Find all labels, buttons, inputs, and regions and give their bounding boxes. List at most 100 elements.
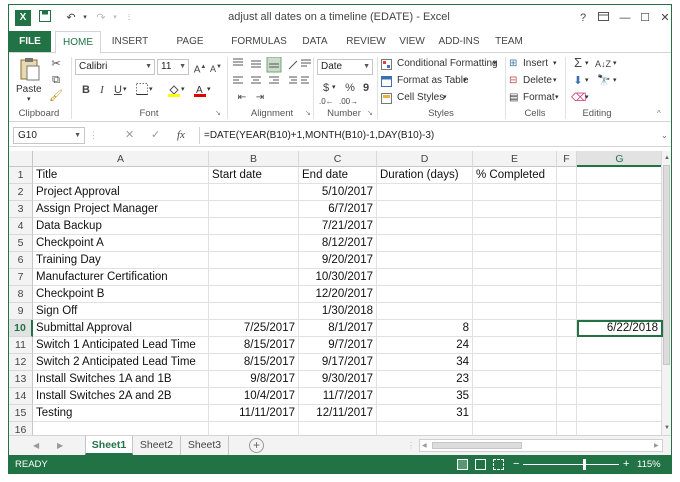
conditional-formatting-button[interactable]: Conditional Formatting ▾ bbox=[381, 57, 501, 72]
cell[interactable] bbox=[473, 337, 557, 354]
title-cell[interactable]: Testing bbox=[33, 405, 209, 422]
cell[interactable] bbox=[557, 252, 577, 269]
header-cell-end-date[interactable]: End date bbox=[299, 167, 377, 184]
ribbon-display-options-icon[interactable] bbox=[593, 9, 613, 27]
customize-qat-icon[interactable]: ⫶ bbox=[121, 10, 137, 26]
scroll-down-icon[interactable]: ▼ bbox=[662, 423, 671, 433]
duration-cell[interactable] bbox=[377, 269, 473, 286]
end-date-cell[interactable]: 12/11/2017 bbox=[299, 405, 377, 422]
duration-cell[interactable] bbox=[377, 286, 473, 303]
delete-cells-button[interactable]: ⊟ Delete ▾ bbox=[509, 74, 561, 89]
header-cell-duration[interactable]: Duration (days) bbox=[377, 167, 473, 184]
fill-dropdown-icon[interactable]: ▾ bbox=[585, 74, 589, 88]
row-header-5[interactable]: 5 bbox=[9, 235, 33, 252]
start-date-cell[interactable]: 8/15/2017 bbox=[209, 337, 299, 354]
horizontal-scrollbar[interactable]: ◀ ▶ bbox=[419, 439, 663, 452]
column-header-e[interactable]: E bbox=[473, 151, 557, 167]
number-dialog-launcher-icon[interactable]: ↘ bbox=[367, 107, 373, 121]
row-header-4[interactable]: 4 bbox=[9, 218, 33, 235]
scroll-sheets-right-icon[interactable]: ▶ bbox=[57, 438, 63, 454]
number-format-combo[interactable]: Date ▼ bbox=[317, 59, 373, 75]
underline-dropdown-icon[interactable]: ▾ bbox=[123, 83, 127, 97]
zoom-slider-thumb[interactable] bbox=[583, 459, 586, 470]
end-date-cell[interactable]: 12/20/2017 bbox=[299, 286, 377, 303]
cell[interactable] bbox=[577, 252, 663, 269]
top-align-icon[interactable] bbox=[231, 55, 245, 71]
cell[interactable] bbox=[557, 269, 577, 286]
cut-icon[interactable]: ✂ bbox=[49, 57, 63, 71]
new-sheet-button[interactable]: + bbox=[249, 438, 264, 453]
autosum-icon[interactable]: Σ bbox=[571, 56, 585, 70]
duration-cell[interactable] bbox=[377, 201, 473, 218]
cell-styles-button[interactable]: Cell Styles ▾ bbox=[381, 91, 451, 106]
start-date-cell[interactable]: 8/15/2017 bbox=[209, 354, 299, 371]
row-header-11[interactable]: 11 bbox=[9, 337, 33, 354]
clear-icon[interactable]: ⌫ bbox=[571, 91, 587, 105]
start-date-cell[interactable] bbox=[209, 252, 299, 269]
cell[interactable] bbox=[557, 388, 577, 405]
duration-cell[interactable]: 23 bbox=[377, 371, 473, 388]
start-date-cell[interactable]: 7/25/2017 bbox=[209, 320, 299, 337]
start-date-cell[interactable]: 9/8/2017 bbox=[209, 371, 299, 388]
title-cell[interactable]: Checkpoint A bbox=[33, 235, 209, 252]
decrease-indent-icon[interactable]: ⇤ bbox=[235, 91, 249, 105]
header-cell-title[interactable]: Title bbox=[33, 167, 209, 184]
increase-decimal-icon[interactable]: .0← bbox=[319, 95, 334, 109]
duration-cell[interactable]: 24 bbox=[377, 337, 473, 354]
sheet-tab-sheet1[interactable]: Sheet1 bbox=[85, 436, 133, 455]
cell[interactable] bbox=[557, 371, 577, 388]
row-header-10[interactable]: 10 bbox=[9, 320, 33, 337]
cell[interactable] bbox=[473, 252, 557, 269]
tab-page-layout[interactable]: PAGE LAYOUT bbox=[157, 31, 223, 69]
cell[interactable] bbox=[473, 371, 557, 388]
middle-align-icon[interactable] bbox=[249, 55, 263, 71]
cell[interactable] bbox=[473, 354, 557, 371]
row-header-14[interactable]: 14 bbox=[9, 388, 33, 405]
title-cell[interactable]: Switch 2 Anticipated Lead Time bbox=[33, 354, 209, 371]
cell[interactable] bbox=[473, 286, 557, 303]
copy-icon[interactable]: ⧉ bbox=[49, 73, 63, 87]
end-date-cell[interactable]: 5/10/2017 bbox=[299, 184, 377, 201]
decrease-decimal-icon[interactable]: .00→ bbox=[339, 95, 358, 109]
title-cell[interactable]: Assign Project Manager bbox=[33, 201, 209, 218]
cell[interactable] bbox=[473, 201, 557, 218]
row-header-13[interactable]: 13 bbox=[9, 371, 33, 388]
cell[interactable] bbox=[557, 405, 577, 422]
format-as-table-button[interactable]: Format as Table ▾ bbox=[381, 74, 471, 89]
cell[interactable] bbox=[473, 269, 557, 286]
expand-formula-bar-icon[interactable]: ⌄ bbox=[661, 127, 668, 144]
font-name-combo[interactable]: Calibri ▼ bbox=[75, 59, 155, 75]
cell[interactable] bbox=[577, 337, 663, 354]
row-header-9[interactable]: 9 bbox=[9, 303, 33, 320]
cell[interactable] bbox=[473, 303, 557, 320]
normal-view-icon[interactable] bbox=[457, 459, 468, 470]
cell[interactable] bbox=[577, 269, 663, 286]
borders-dropdown-icon[interactable]: ▾ bbox=[149, 83, 153, 97]
collapse-ribbon-icon[interactable]: ^ bbox=[657, 107, 661, 121]
column-header-g[interactable]: G bbox=[577, 151, 663, 167]
end-date-cell[interactable]: 8/12/2017 bbox=[299, 235, 377, 252]
find-select-icon[interactable]: 🔭 bbox=[597, 74, 611, 88]
decrease-font-size-icon[interactable]: A▼ bbox=[209, 60, 223, 74]
cell[interactable] bbox=[557, 184, 577, 201]
paste-button[interactable]: Paste ▾ bbox=[15, 57, 45, 103]
cell[interactable] bbox=[557, 354, 577, 371]
end-date-cell[interactable]: 6/7/2017 bbox=[299, 201, 377, 218]
cell[interactable] bbox=[557, 303, 577, 320]
cell[interactable] bbox=[473, 218, 557, 235]
cell[interactable] bbox=[473, 184, 557, 201]
accounting-dropdown-icon[interactable]: ▾ bbox=[332, 81, 336, 95]
duration-cell[interactable] bbox=[377, 303, 473, 320]
start-date-cell[interactable] bbox=[209, 201, 299, 218]
font-color-dropdown-icon[interactable]: ▾ bbox=[207, 83, 211, 97]
horizontal-scroll-thumb[interactable] bbox=[432, 442, 522, 449]
title-cell[interactable]: Submittal Approval bbox=[33, 320, 209, 337]
row-header-3[interactable]: 3 bbox=[9, 201, 33, 218]
header-cell-completed[interactable]: % Completed bbox=[473, 167, 557, 184]
sort-filter-icon[interactable]: A↓Z bbox=[595, 57, 611, 71]
align-left-icon[interactable] bbox=[231, 73, 245, 87]
row-header-2[interactable]: 2 bbox=[9, 184, 33, 201]
orientation-icon[interactable] bbox=[287, 55, 301, 71]
column-header-c[interactable]: C bbox=[299, 151, 377, 167]
row-header-1[interactable]: 1 bbox=[9, 167, 33, 184]
